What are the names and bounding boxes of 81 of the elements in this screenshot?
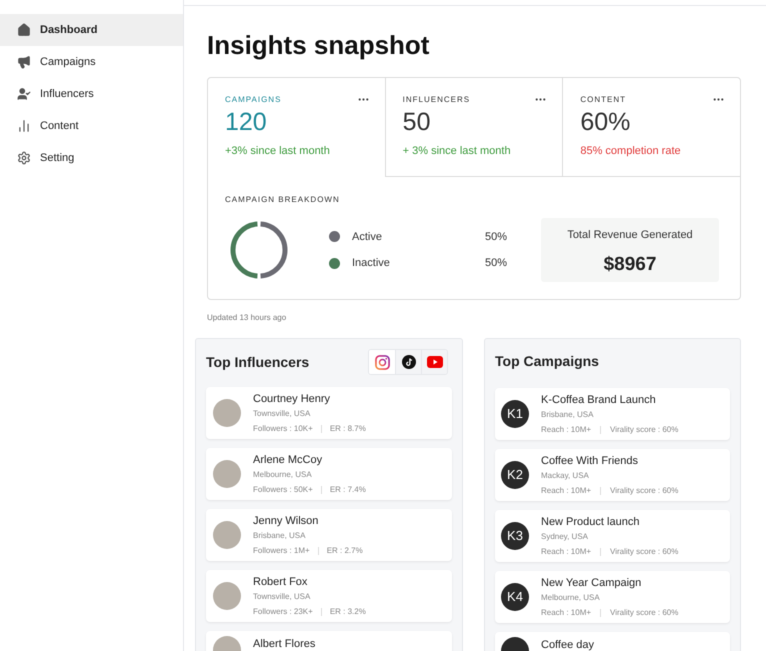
bar-chart-icon: [17, 119, 31, 133]
influencer-card[interactable]: Courtney Henry Townsville, USA Followers : 10K+ ER : 8.7%: [206, 387, 452, 439]
campaign-badge: K1: [501, 400, 529, 428]
influencer-card[interactable]: Arlene McCoy Melbourne, USA Followers : 50K+ ER : 7.4%: [206, 448, 452, 500]
revenue-value: $8967: [604, 252, 656, 276]
reach-value: Reach : 10M+: [541, 424, 592, 436]
location: Mackay, USA: [541, 470, 590, 482]
sidebar-item[interactable]: Campaigns: [0, 46, 183, 78]
followers-count: Followers : 23K+: [253, 606, 313, 618]
revenue-label: Total Revenue Generated: [567, 228, 693, 243]
engagement-rate: ER : 7.4%: [330, 484, 366, 496]
virality-score: Virality score : 60%: [610, 546, 678, 558]
campaign-card[interactable]: Coffee day: [495, 632, 730, 651]
campaign-name: K-Coffea Brand Launch: [541, 393, 657, 408]
campaign-name: New Year Campaign: [541, 576, 642, 592]
location: Melbourne, USA: [253, 468, 313, 481]
panel-title: Top Influencers: [206, 352, 310, 372]
location: Townsville, USA: [253, 408, 312, 420]
donut-segment: [230, 222, 258, 278]
reach-value: Reach : 10M+: [541, 606, 592, 619]
stat-tab[interactable]: CONTENT 60% 85% completion rate: [562, 78, 740, 177]
avatar: [213, 521, 241, 549]
page-title: Insights snapshot: [207, 29, 430, 62]
avatar: [213, 460, 241, 488]
location: Sydney, USA: [541, 530, 589, 543]
instagram-icon: [374, 354, 390, 370]
sidebar-item[interactable]: Dashboard: [0, 14, 183, 46]
campaign-badge: K4: [501, 583, 529, 611]
sidebar-item[interactable]: Setting: [0, 142, 183, 174]
tiktok-icon: [402, 355, 416, 369]
virality-score: Virality score : 60%: [610, 484, 678, 497]
location: Townsville, USA: [253, 590, 312, 603]
campaign-card[interactable]: K4 New Year Campaign Melbourne, USA Reach : 10M+ Virality score : 60%: [495, 571, 730, 623]
virality-score: Virality score : 60%: [610, 424, 678, 436]
campaign-name: Coffee day: [541, 638, 594, 651]
location: Melbourne, USA: [541, 592, 601, 604]
influencer-name: Robert Fox: [253, 575, 308, 590]
stat-tab[interactable]: INFLUENCERS 50 + 3% since last month: [384, 78, 562, 177]
user-check-icon: [17, 87, 31, 101]
legend-label: Inactive: [352, 256, 390, 271]
panel-title: Top Campaigns: [495, 353, 599, 369]
followers-count: Followers : 10K+: [253, 422, 313, 435]
youtube-icon: [426, 356, 442, 368]
influencer-card[interactable]: Albert Flores: [206, 631, 452, 651]
donut-segment: [260, 222, 288, 278]
legend-value: 50%: [484, 230, 507, 244]
campaign-badge: K3: [501, 522, 529, 550]
settings-icon: [17, 151, 31, 165]
home-icon: [17, 23, 31, 37]
stat-tab[interactable]: CAMPAIGNS 120 +3% since last month: [208, 78, 385, 177]
location: Brisbane, USA: [253, 530, 306, 542]
location: Brisbane, USA: [541, 408, 594, 421]
engagement-rate: ER : 3.2%: [330, 606, 366, 618]
engagement-rate: ER : 8.7%: [330, 422, 366, 435]
campaign-card[interactable]: K2 Coffee With Friends Mackay, USA Reach : 10M+ Virality score : 60%: [495, 449, 730, 501]
legend-label: Active: [352, 230, 382, 244]
engagement-rate: ER : 2.7%: [326, 544, 363, 557]
virality-score: Virality score : 60%: [610, 606, 678, 619]
influencer-name: Courtney Henry: [253, 392, 332, 408]
sidebar-item[interactable]: Influencers: [0, 78, 183, 110]
reach-value: Reach : 10M+: [541, 546, 592, 558]
influencer-name: Jenny Wilson: [253, 514, 320, 530]
influencer-card[interactable]: Robert Fox Townsville, USA Followers : 23K+ ER : 3.2%: [206, 570, 452, 622]
campaign-card[interactable]: K1 K-Coffea Brand Launch Brisbane, USA Reach : 10M+ Virality score : 60%: [495, 388, 730, 440]
updated-note: Updated 13 hours ago: [207, 312, 288, 324]
influencer-card[interactable]: Jenny Wilson Brisbane, USA Followers : 1M+ ER : 2.7%: [206, 509, 452, 561]
followers-count: Followers : 1M+: [253, 544, 310, 557]
campaign-name: Coffee With Friends: [541, 454, 640, 470]
influencer-name: Arlene McCoy: [253, 453, 324, 468]
reach-value: Reach : 10M+: [541, 484, 592, 497]
megaphone-icon: [17, 55, 31, 69]
influencer-name: Albert Flores: [253, 637, 316, 651]
followers-count: Followers : 50K+: [253, 484, 313, 496]
avatar: [213, 582, 241, 610]
campaign-badge: K2: [501, 461, 529, 489]
section-heading: CAMPAIGN BREAKDOWN: [225, 194, 341, 206]
avatar: [213, 399, 241, 427]
campaign-card[interactable]: K3 New Product launch Sydney, USA Reach : 10M+ Virality score : 60%: [495, 510, 730, 562]
campaign-name: New Product launch: [541, 515, 640, 530]
sidebar-item[interactable]: Content: [0, 110, 183, 142]
legend-value: 50%: [484, 256, 507, 271]
